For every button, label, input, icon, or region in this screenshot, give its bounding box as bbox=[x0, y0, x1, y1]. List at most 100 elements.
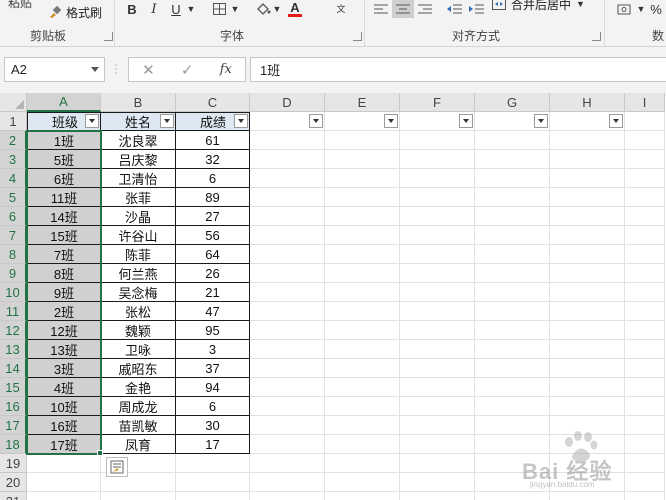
align-center-button[interactable] bbox=[392, 0, 414, 18]
paste-button[interactable]: 粘贴 bbox=[8, 0, 32, 11]
table-cell[interactable]: 沈良翠 bbox=[101, 131, 176, 150]
align-right-button[interactable] bbox=[416, 0, 434, 18]
fill-handle[interactable] bbox=[97, 450, 103, 456]
table-cell[interactable]: 95 bbox=[176, 321, 250, 340]
table-cell[interactable]: 张菲 bbox=[101, 188, 176, 207]
table-cell[interactable]: 许谷山 bbox=[101, 226, 176, 245]
column-header-f[interactable]: F bbox=[400, 93, 475, 112]
row-header-11[interactable]: 11 bbox=[0, 302, 27, 321]
table-cell[interactable]: 17班 bbox=[27, 435, 101, 454]
filter-dropdown-button[interactable] bbox=[609, 114, 623, 128]
table-cell[interactable]: 26 bbox=[176, 264, 250, 283]
column-header-g[interactable]: G bbox=[475, 93, 550, 112]
row-header-17[interactable]: 17 bbox=[0, 416, 27, 435]
table-cell[interactable]: 10班 bbox=[27, 397, 101, 416]
column-header-i[interactable]: I bbox=[625, 93, 665, 112]
name-box[interactable]: A2 bbox=[4, 57, 105, 82]
table-cell[interactable]: 37 bbox=[176, 359, 250, 378]
underline-dropdown-icon[interactable]: ▼ bbox=[186, 0, 196, 18]
accounting-dropdown-icon[interactable]: ▼ bbox=[636, 0, 646, 18]
table-cell[interactable]: 30 bbox=[176, 416, 250, 435]
italic-button[interactable]: I bbox=[146, 0, 162, 18]
table-cell[interactable]: 6班 bbox=[27, 169, 101, 188]
confirm-entry-icon[interactable]: ✓ bbox=[181, 61, 194, 79]
table-cell[interactable]: 2班 bbox=[27, 302, 101, 321]
row-header-8[interactable]: 8 bbox=[0, 245, 27, 264]
table-cell[interactable]: 8班 bbox=[27, 264, 101, 283]
table-cell[interactable]: 沙晶 bbox=[101, 207, 176, 226]
alignment-dialog-launcher[interactable] bbox=[592, 32, 601, 41]
row-header-7[interactable]: 7 bbox=[0, 226, 27, 245]
decrease-indent-button[interactable] bbox=[444, 0, 464, 18]
row-header-6[interactable]: 6 bbox=[0, 207, 27, 226]
table-cell[interactable]: 陈菲 bbox=[101, 245, 176, 264]
table-cell[interactable]: 6 bbox=[176, 397, 250, 416]
accounting-format-button[interactable] bbox=[614, 0, 636, 18]
cancel-entry-icon[interactable]: ✕ bbox=[142, 61, 155, 79]
font-color-button[interactable]: A bbox=[286, 0, 304, 18]
column-header-d[interactable]: D bbox=[250, 93, 325, 112]
row-header-13[interactable]: 13 bbox=[0, 340, 27, 359]
merge-center-button[interactable]: 合并后居中 ▼ bbox=[492, 0, 585, 14]
column-header-b[interactable]: B bbox=[101, 93, 176, 112]
table-cell[interactable]: 15班 bbox=[27, 226, 101, 245]
table-cell[interactable]: 14班 bbox=[27, 207, 101, 226]
row-header-9[interactable]: 9 bbox=[0, 264, 27, 283]
bold-button[interactable]: B bbox=[124, 0, 140, 18]
formula-bar-resize-handle[interactable]: · · · bbox=[114, 60, 118, 79]
table-cell[interactable]: 张松 bbox=[101, 302, 176, 321]
formula-input[interactable]: 1班 bbox=[250, 57, 666, 82]
row-header-2[interactable]: 2 bbox=[0, 131, 27, 150]
table-cell[interactable]: 32 bbox=[176, 150, 250, 169]
table-cell[interactable]: 47 bbox=[176, 302, 250, 321]
table-cell[interactable]: 4班 bbox=[27, 378, 101, 397]
table-cell[interactable]: 94 bbox=[176, 378, 250, 397]
table-cell[interactable]: 1班 bbox=[27, 131, 101, 150]
table-cell[interactable]: 何兰燕 bbox=[101, 264, 176, 283]
table-cell[interactable]: 16班 bbox=[27, 416, 101, 435]
select-all-corner[interactable] bbox=[0, 93, 27, 112]
increase-indent-button[interactable] bbox=[466, 0, 486, 18]
table-cell[interactable]: 56 bbox=[176, 226, 250, 245]
filter-dropdown-button[interactable] bbox=[160, 114, 174, 128]
table-cell[interactable]: 5班 bbox=[27, 150, 101, 169]
border-button[interactable] bbox=[210, 0, 228, 18]
fill-color-dropdown-icon[interactable]: ▼ bbox=[272, 0, 282, 18]
table-cell[interactable]: 3 bbox=[176, 340, 250, 359]
row-header-5[interactable]: 5 bbox=[0, 188, 27, 207]
row-header-20[interactable]: 20 bbox=[0, 473, 27, 492]
table-cell[interactable]: 3班 bbox=[27, 359, 101, 378]
row-header-1[interactable]: 1 bbox=[0, 112, 27, 131]
table-cell[interactable]: 魏颖 bbox=[101, 321, 176, 340]
table-cell[interactable]: 苗凯敏 bbox=[101, 416, 176, 435]
filter-dropdown-button[interactable] bbox=[534, 114, 548, 128]
percent-style-button[interactable]: % bbox=[648, 0, 664, 18]
column-header-c[interactable]: C bbox=[176, 93, 250, 112]
row-header-3[interactable]: 3 bbox=[0, 150, 27, 169]
filter-dropdown-button[interactable] bbox=[459, 114, 473, 128]
filter-dropdown-button[interactable] bbox=[234, 114, 248, 128]
table-cell[interactable]: 周成龙 bbox=[101, 397, 176, 416]
table-cell[interactable]: 27 bbox=[176, 207, 250, 226]
table-cell[interactable]: 金艳 bbox=[101, 378, 176, 397]
align-left-button[interactable] bbox=[372, 0, 390, 18]
merge-dropdown-icon[interactable]: ▼ bbox=[576, 0, 585, 9]
quick-analysis-button[interactable] bbox=[106, 457, 128, 477]
row-header-12[interactable]: 12 bbox=[0, 321, 27, 340]
row-header-19[interactable]: 19 bbox=[0, 454, 27, 473]
fill-color-button[interactable] bbox=[254, 0, 272, 18]
row-header-10[interactable]: 10 bbox=[0, 283, 27, 302]
column-header-h[interactable]: H bbox=[550, 93, 625, 112]
row-header-14[interactable]: 14 bbox=[0, 359, 27, 378]
row-header-15[interactable]: 15 bbox=[0, 378, 27, 397]
insert-function-button[interactable]: fx bbox=[220, 62, 232, 77]
name-box-dropdown-icon[interactable] bbox=[91, 67, 99, 72]
table-cell[interactable]: 64 bbox=[176, 245, 250, 264]
column-header-e[interactable]: E bbox=[325, 93, 400, 112]
format-painter-button[interactable]: 格式刷 bbox=[48, 3, 102, 21]
table-cell[interactable]: 凤育 bbox=[101, 435, 176, 454]
table-cell[interactable]: 吕庆黎 bbox=[101, 150, 176, 169]
border-dropdown-icon[interactable]: ▼ bbox=[230, 0, 240, 18]
clipboard-dialog-launcher[interactable] bbox=[104, 32, 113, 41]
table-cell[interactable]: 17 bbox=[176, 435, 250, 454]
